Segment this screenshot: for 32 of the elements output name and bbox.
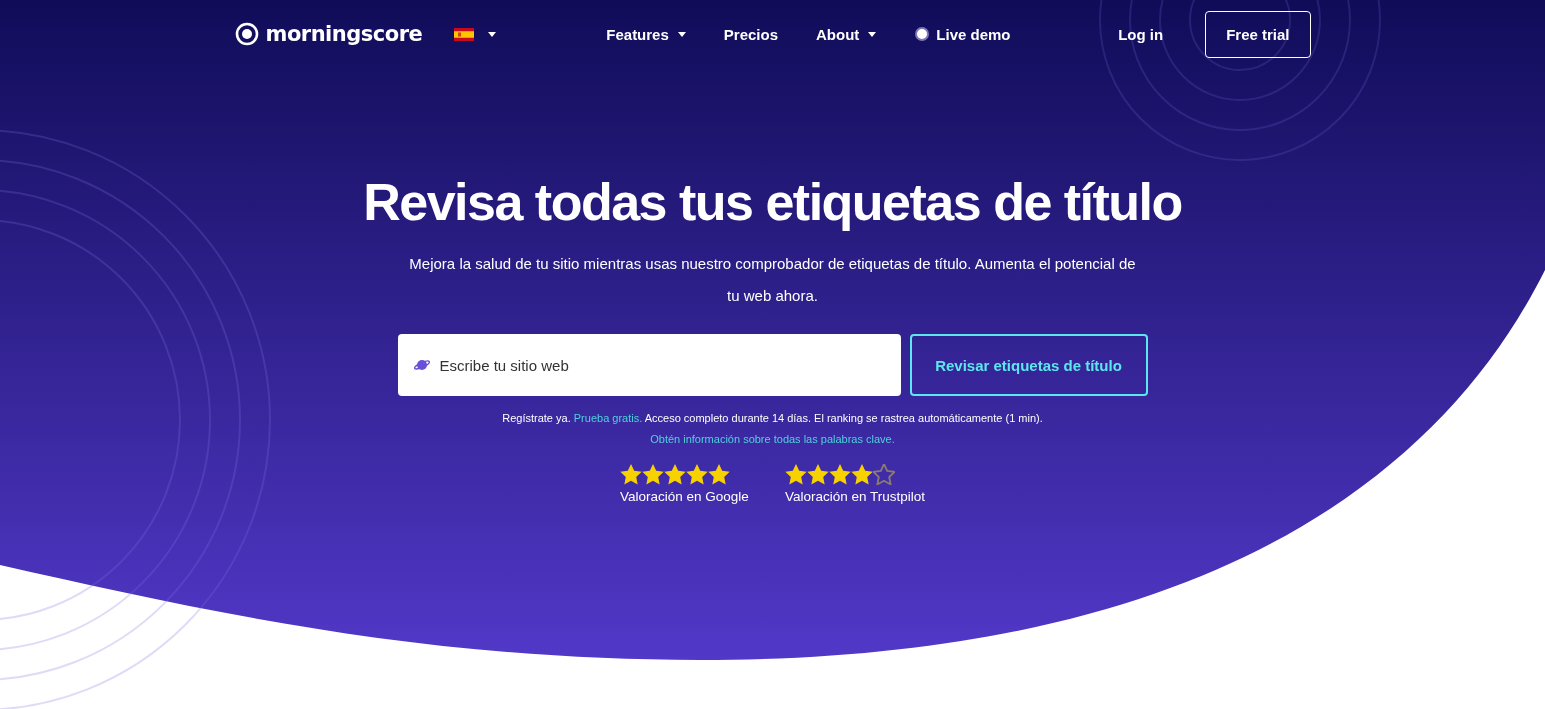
rating-label: Valoración en Trustpilot [784,489,925,504]
star-icon [784,464,807,485]
live-dot-icon [914,26,931,42]
free-trial-button[interactable]: Free trial [1205,10,1311,58]
star-icon [850,464,873,485]
language-selector[interactable] [454,27,497,41]
note-link[interactable]: Obtén información sobre todas las palabras clave. [650,433,895,445]
nav-link[interactable]: Precios [723,25,778,43]
star-icon [686,464,709,485]
nav-link[interactable]: Live demo [914,25,1011,43]
caret-icon [488,31,497,37]
hero-subtitle: Mejora la salud de tu sitio mientras usas nuestro comprobador de etiquetas de título. Aumenta el potencial de tu web ahora. [408,254,1137,306]
signup-note: Regístrate ya. Prueba gratis. Acceso completo durante 14 días. El ranking se rastrea automáticamente (1 min). Obtén información sobre todas las palabras clave. [501,411,1044,447]
logo-text: morningscore [265,22,423,46]
logo[interactable]: morningscore [234,22,423,46]
check-title-tags-button[interactable]: Revisar etiquetas de título [909,334,1148,396]
star-icon [708,464,731,485]
login-link[interactable]: Log in [1118,25,1164,43]
star-icon [828,464,851,485]
star-icon [806,464,829,485]
nav-link[interactable]: About [816,25,877,43]
note-link[interactable]: Prueba gratis. [573,412,643,424]
planet-icon [413,358,430,372]
star-icon [664,464,687,485]
star-icon [620,464,643,485]
hero-title: Revisa todas tus etiquetas de título [363,172,1182,232]
rating-label: Valoración en Google [620,489,749,504]
website-input-field[interactable]: Escribe tu sitio web [397,334,901,396]
star-icon [872,464,895,485]
logo-icon [234,22,259,46]
star-icon [642,464,665,485]
nav-link[interactable]: Features [606,25,686,43]
